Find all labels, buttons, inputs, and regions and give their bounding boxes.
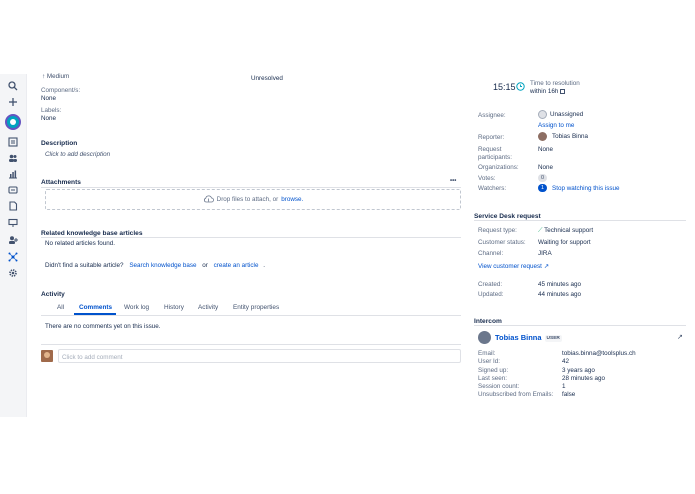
trailing-dot: . bbox=[263, 262, 265, 269]
customer-status-value: Waiting for support bbox=[538, 239, 591, 246]
attachments-more-button[interactable]: ••• bbox=[450, 178, 456, 184]
settings-gear-icon[interactable] bbox=[7, 267, 19, 279]
reports-icon[interactable] bbox=[7, 168, 19, 180]
description-heading: Description bbox=[41, 140, 78, 147]
time-to-resolution-label: Time to resolution bbox=[530, 80, 580, 87]
no-related-articles-text: No related articles found. bbox=[45, 240, 116, 247]
components-label: Component/s: bbox=[41, 87, 81, 94]
open-intercom-icon[interactable]: ↗ bbox=[677, 333, 683, 341]
create-icon[interactable] bbox=[7, 96, 19, 108]
intercom-heading: Intercom bbox=[474, 318, 502, 325]
customers-icon[interactable] bbox=[7, 152, 19, 164]
created-value: 45 minutes ago bbox=[538, 281, 582, 288]
or-text: or bbox=[202, 262, 208, 269]
view-customer-request-link[interactable]: View customer request ↗ bbox=[478, 263, 549, 270]
request-participants-label-2: participants: bbox=[478, 154, 512, 161]
email-label: Email: bbox=[478, 350, 496, 357]
signedup-label: Signed up: bbox=[478, 367, 509, 374]
attachments-heading: Attachments bbox=[41, 179, 81, 186]
clock-icon bbox=[516, 82, 525, 93]
votes-label: Votes: bbox=[478, 175, 496, 182]
request-type-value[interactable]: ⟋ Technical support bbox=[538, 227, 593, 235]
created-label: Created: bbox=[478, 281, 503, 288]
updated-label: Updated: bbox=[478, 291, 504, 298]
resolution-value: Unresolved bbox=[251, 75, 283, 82]
lastseen-label: Last seen: bbox=[478, 375, 508, 382]
search-icon[interactable] bbox=[7, 80, 19, 92]
reporter-label: Reporter: bbox=[478, 134, 505, 141]
tab-work-log[interactable]: Work log bbox=[124, 304, 149, 311]
tab-history[interactable]: History bbox=[164, 304, 184, 311]
unsubscribed-label: Unsubscribed from Emails: bbox=[478, 391, 554, 398]
global-sidebar bbox=[0, 74, 27, 417]
intercom-user-name[interactable]: Tobias Binna USER bbox=[495, 333, 562, 342]
channel-value: JIRA bbox=[538, 250, 552, 257]
reporter-avatar bbox=[538, 132, 547, 141]
suitable-article-question: Didn't find a suitable article? bbox=[45, 262, 124, 269]
comment-input[interactable]: Click to add comment bbox=[58, 349, 461, 363]
votes-count-badge[interactable]: 0 bbox=[538, 174, 547, 182]
watchers-count-badge[interactable]: 1 bbox=[538, 184, 547, 192]
knowledge-base-icon[interactable] bbox=[7, 200, 19, 212]
lastseen-value: 28 minutes ago bbox=[562, 375, 606, 382]
add-ons-icon[interactable] bbox=[7, 251, 19, 263]
signedup-value: 3 years ago bbox=[562, 367, 595, 374]
cloud-upload-icon bbox=[203, 195, 214, 205]
channel-label: Channel: bbox=[478, 250, 504, 257]
unassigned-avatar-icon bbox=[538, 110, 547, 119]
priority-value-fragment: ↑ Medium bbox=[42, 73, 70, 80]
intercom-user-avatar bbox=[478, 331, 491, 344]
userid-value: 42 bbox=[562, 358, 570, 365]
unsubscribed-value: false bbox=[562, 391, 576, 398]
drop-files-text: Drop files to attach, or bbox=[216, 196, 279, 203]
labels-value[interactable]: None bbox=[41, 115, 56, 122]
reporter-value[interactable]: Tobias Binna bbox=[552, 133, 588, 140]
organizations-value[interactable]: None bbox=[538, 164, 553, 171]
invite-team-icon[interactable] bbox=[7, 234, 19, 246]
no-comments-text: There are no comments yet on this issue. bbox=[45, 323, 161, 330]
description-field[interactable]: Click to add description bbox=[45, 151, 110, 158]
request-type-label: Request type: bbox=[478, 227, 517, 234]
request-participants-value[interactable]: None bbox=[538, 146, 553, 153]
create-article-link[interactable]: create an article bbox=[214, 262, 259, 269]
shortcut-icon[interactable] bbox=[7, 217, 19, 229]
session-count-label: Session count: bbox=[478, 383, 520, 390]
request-participants-label-1: Request bbox=[478, 146, 502, 153]
channels-icon[interactable] bbox=[7, 184, 19, 196]
session-count-value: 1 bbox=[562, 383, 566, 390]
user-type-tag: USER bbox=[544, 334, 562, 342]
sla-time-value: 15:15 bbox=[493, 82, 516, 92]
customer-status-label: Customer status: bbox=[478, 239, 526, 246]
attachment-dropzone[interactable]: Drop files to attach, or browse. bbox=[45, 189, 461, 210]
queues-icon[interactable] bbox=[7, 136, 19, 148]
labels-label: Labels: bbox=[41, 107, 62, 114]
tab-entity-properties[interactable]: Entity properties bbox=[233, 304, 279, 311]
current-user-avatar bbox=[41, 350, 53, 362]
service-desk-request-heading: Service Desk request bbox=[474, 213, 541, 220]
kb-suggestion-row: Didn't find a suitable article? Search k… bbox=[45, 262, 265, 269]
within-deadline: within 16h bbox=[530, 88, 566, 95]
activity-heading: Activity bbox=[41, 291, 65, 298]
assignee-label: Assignee: bbox=[478, 112, 506, 119]
email-value: tobias.binna@toolsplus.ch bbox=[562, 350, 636, 357]
watchers-label: Watchers: bbox=[478, 185, 507, 192]
assign-to-me-link[interactable]: Assign to me bbox=[538, 122, 574, 129]
tab-comments[interactable]: Comments bbox=[79, 304, 112, 311]
related-articles-heading: Related knowledge base articles bbox=[41, 230, 143, 237]
search-knowledge-base-link[interactable]: Search knowledge base bbox=[129, 262, 196, 269]
external-link-icon: ↗ bbox=[543, 263, 549, 270]
updated-value: 44 minutes ago bbox=[538, 291, 582, 298]
components-value[interactable]: None bbox=[41, 95, 56, 102]
calendar-icon bbox=[560, 88, 566, 94]
tab-all[interactable]: All bbox=[57, 304, 64, 311]
userid-label: User Id: bbox=[478, 358, 501, 365]
stop-watching-link[interactable]: Stop watching this issue bbox=[552, 185, 620, 192]
wrench-icon: ⟋ bbox=[538, 227, 543, 234]
tab-activity[interactable]: Activity bbox=[198, 304, 218, 311]
assignee-value[interactable]: Unassigned bbox=[550, 111, 583, 118]
organizations-label: Organizations: bbox=[478, 164, 519, 171]
profile-avatar[interactable] bbox=[5, 114, 21, 130]
browse-link[interactable]: browse. bbox=[281, 196, 303, 203]
